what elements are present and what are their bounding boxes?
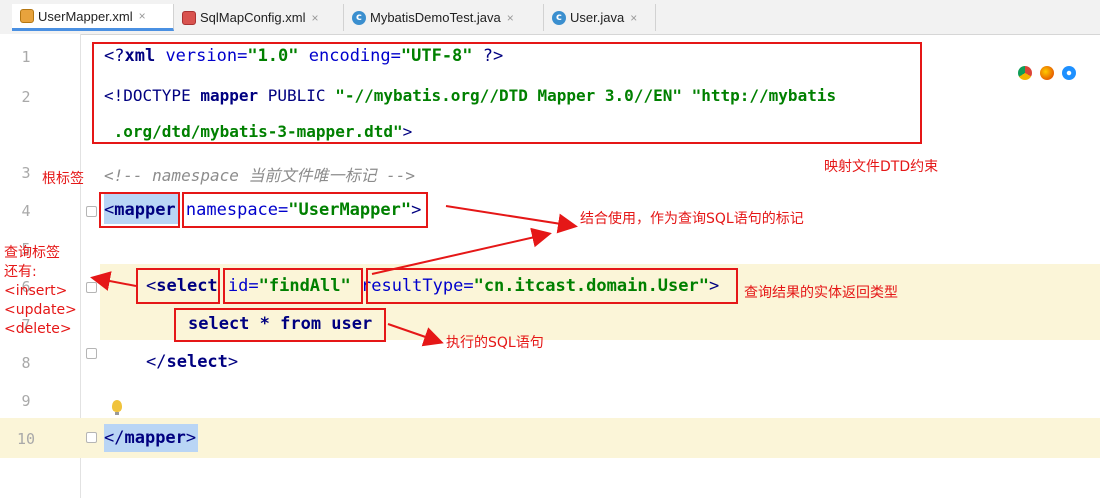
arrow-namespace <box>445 205 578 234</box>
arrow-select <box>90 271 137 291</box>
query-tags-line: <update> <box>4 302 77 318</box>
arrow-id <box>371 227 552 275</box>
dtd-annotation-label: 映射文件DTD约束 <box>824 159 939 175</box>
query-tags-annotation: 查询标签 还有: <insert> <update> <delete> <box>4 244 77 339</box>
annotation-arrows <box>90 205 578 347</box>
arrow-sql <box>387 323 444 347</box>
root-tag-annotation-label: 根标签 <box>42 171 84 187</box>
namespace-annotation-label: 结合使用，作为查询SQL语句的标记 <box>580 211 804 227</box>
query-tags-line: 查询标签 <box>4 245 60 261</box>
query-tags-line: <delete> <box>4 321 72 337</box>
sql-annotation-label: 执行的SQL语句 <box>446 335 544 351</box>
resulttype-annotation-label: 查询结果的实体返回类型 <box>744 285 898 301</box>
query-tags-line: 还有: <box>4 264 37 280</box>
query-tags-line: <insert> <box>4 283 68 299</box>
